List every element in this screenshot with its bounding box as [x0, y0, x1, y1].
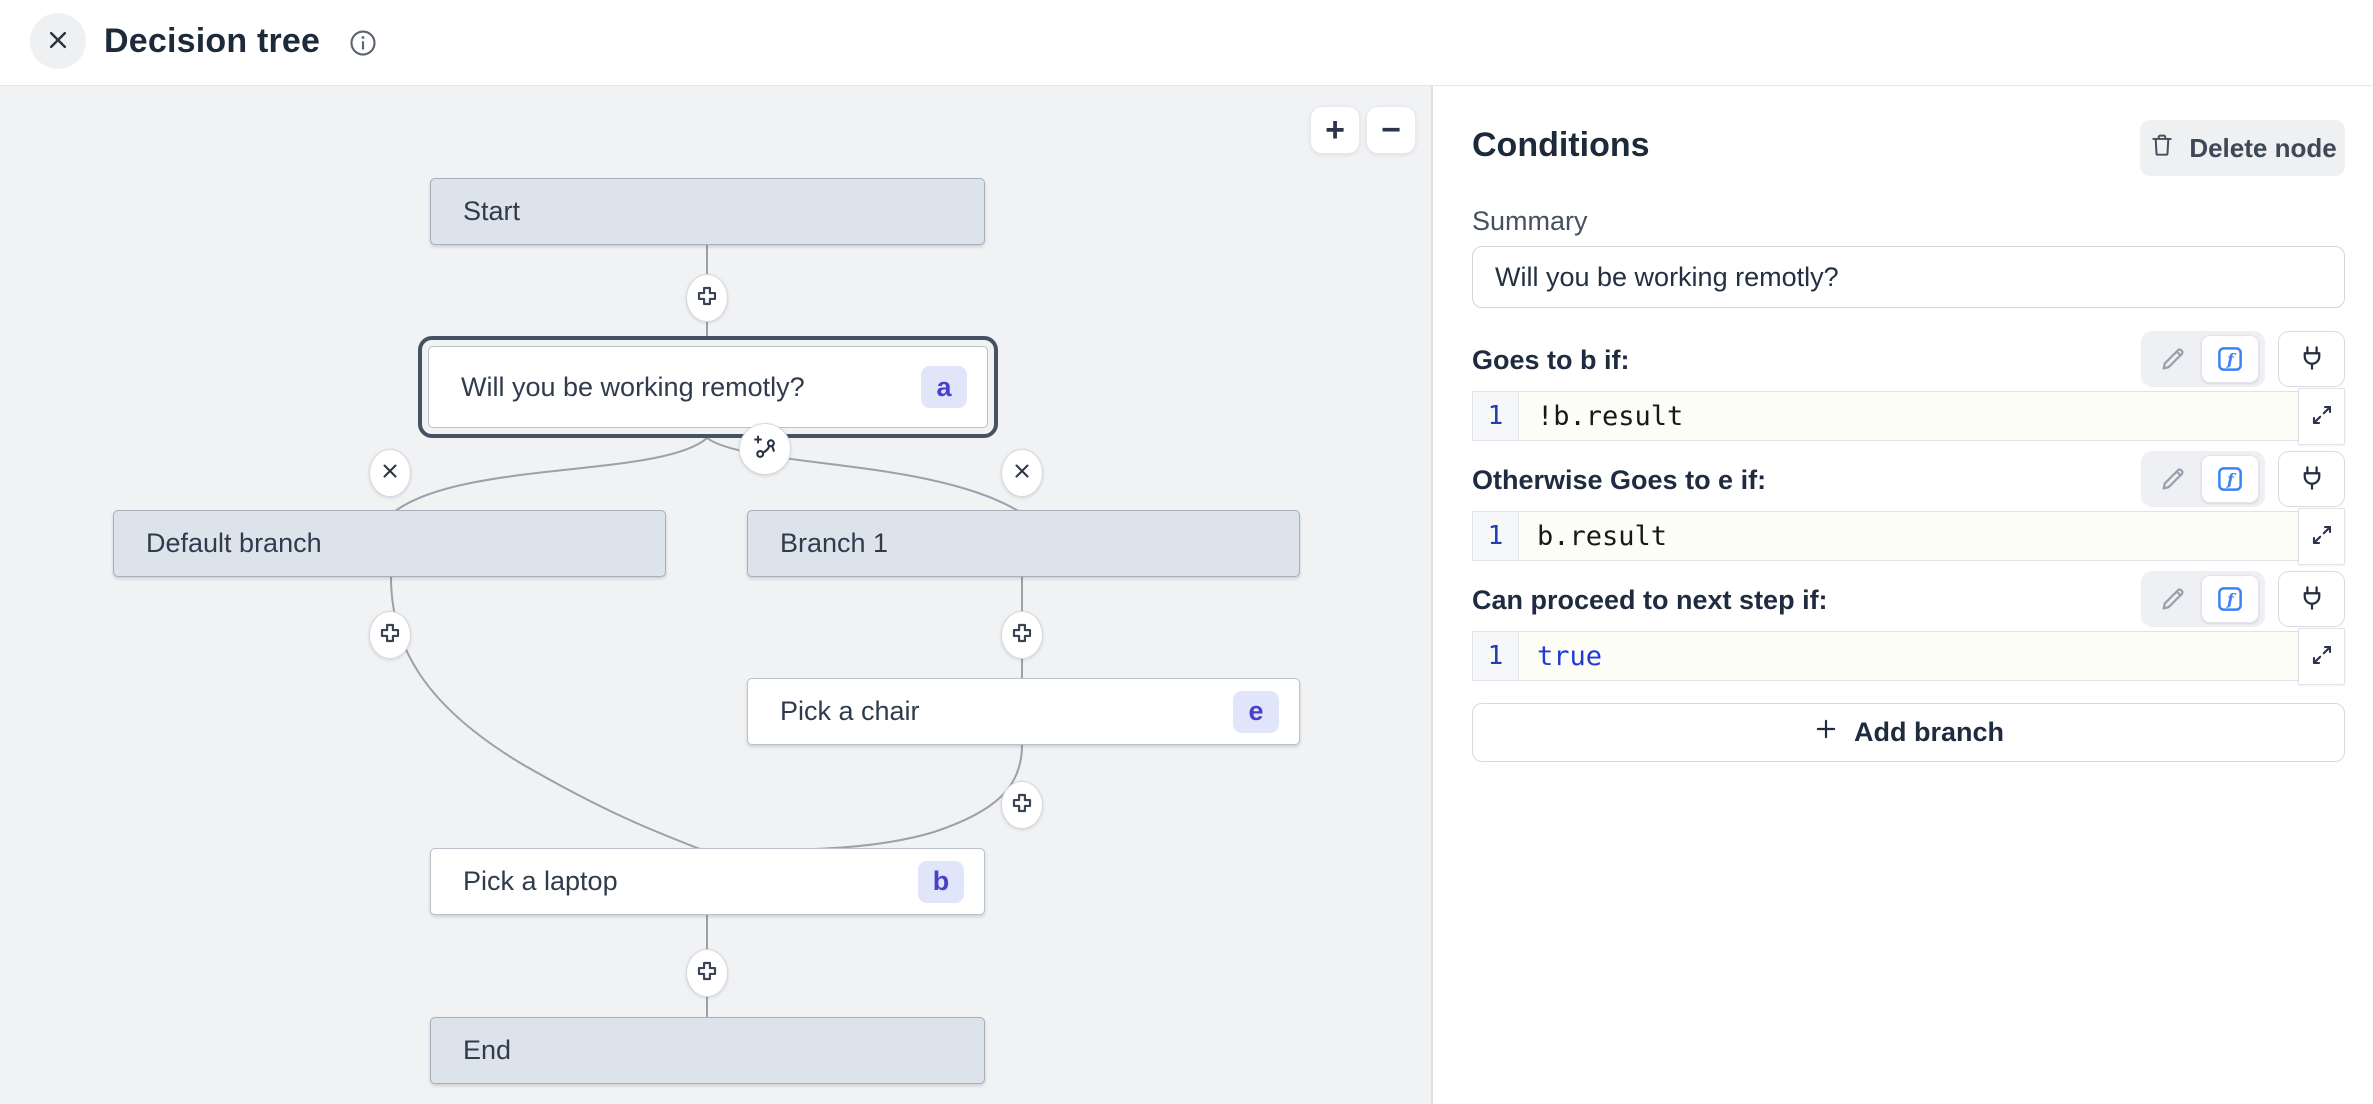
rule-code-editor: 1 !b.result — [1472, 391, 2345, 441]
add-step-button[interactable] — [1001, 611, 1043, 659]
add-step-button[interactable] — [1001, 781, 1043, 829]
expand-editor-button[interactable] — [2298, 388, 2345, 445]
svg-text:f: f — [2226, 590, 2237, 609]
node-badge: e — [1233, 691, 1279, 733]
edit-mode-button[interactable] — [2145, 575, 2201, 623]
expand-icon — [2310, 523, 2334, 550]
plugin-button[interactable] — [2278, 571, 2345, 627]
node-badge: a — [921, 366, 967, 408]
plus-icon — [694, 958, 720, 989]
plugin-button[interactable] — [2278, 331, 2345, 387]
node-end[interactable]: End — [430, 1017, 985, 1084]
expand-editor-button[interactable] — [2298, 508, 2345, 565]
line-number: 1 — [1473, 392, 1519, 440]
mode-segmented-control: f — [2141, 451, 2265, 507]
plus-icon — [1813, 716, 1839, 749]
plus-icon — [1009, 620, 1035, 651]
add-branch-connector-button[interactable] — [739, 423, 791, 475]
rule-code-editor: 1 true — [1472, 631, 2345, 681]
node-branch-1[interactable]: Branch 1 — [747, 510, 1300, 577]
add-step-button[interactable] — [369, 611, 411, 659]
code-input[interactable]: b.result — [1519, 512, 2344, 560]
node-question[interactable]: Will you be working remotly? a — [428, 346, 988, 428]
expand-icon — [2310, 403, 2334, 430]
mode-segmented-control: f — [2141, 331, 2265, 387]
rule-mode-controls: f — [2141, 451, 2345, 507]
x-icon — [1010, 459, 1034, 488]
x-icon — [378, 459, 402, 488]
code-text: b.result — [1537, 521, 1667, 552]
node-label: Default branch — [146, 528, 645, 559]
delete-node-label: Delete node — [2189, 133, 2336, 164]
node-badge: b — [918, 861, 964, 903]
plus-icon — [1009, 790, 1035, 821]
function-mode-button[interactable]: f — [2201, 335, 2259, 383]
expand-icon — [2310, 643, 2334, 670]
zoom-in-button[interactable]: + — [1310, 106, 1360, 154]
plug-icon — [2297, 343, 2327, 376]
plugin-button[interactable] — [2278, 451, 2345, 507]
flow-canvas[interactable]: + − Start Will you be working remotly? a… — [0, 86, 1433, 1104]
code-input[interactable]: !b.result — [1519, 392, 2344, 440]
node-question-selected[interactable]: Will you be working remotly? a — [418, 336, 998, 438]
edit-mode-button[interactable] — [2145, 335, 2201, 383]
code-text: true — [1537, 641, 1602, 672]
panel-title: Conditions — [1472, 126, 1650, 165]
branch-plus-icon — [750, 432, 780, 467]
zoom-out-button[interactable]: − — [1366, 106, 1416, 154]
delete-branch-button[interactable] — [1001, 449, 1043, 497]
node-label: Pick a chair — [780, 696, 1233, 727]
svg-text:f: f — [2226, 470, 2237, 489]
expand-editor-button[interactable] — [2298, 628, 2345, 685]
node-label: End — [463, 1035, 964, 1066]
node-label: Start — [463, 196, 964, 227]
mode-segmented-control: f — [2141, 571, 2265, 627]
node-label: Branch 1 — [780, 528, 1279, 559]
add-branch-button[interactable]: Add branch — [1472, 703, 2345, 762]
add-branch-label: Add branch — [1854, 717, 2004, 748]
node-pick-a-chair[interactable]: Pick a chair e — [747, 678, 1300, 745]
summary-input[interactable] — [1472, 246, 2345, 308]
plus-icon — [694, 283, 720, 314]
rule-mode-controls: f — [2141, 331, 2345, 387]
plug-icon — [2297, 463, 2327, 496]
node-label: Pick a laptop — [463, 866, 918, 897]
edit-mode-button[interactable] — [2145, 455, 2201, 503]
info-icon[interactable] — [348, 28, 378, 58]
plus-icon — [377, 620, 403, 651]
header: Decision tree — [0, 0, 2373, 86]
close-button[interactable] — [30, 13, 86, 69]
svg-text:f: f — [2226, 350, 2237, 369]
rule-label: Goes to b if: — [1472, 345, 1630, 376]
close-icon — [43, 25, 73, 58]
node-pick-a-laptop[interactable]: Pick a laptop b — [430, 848, 985, 915]
node-default-branch[interactable]: Default branch — [113, 510, 666, 577]
summary-label: Summary — [1472, 206, 1588, 237]
conditions-panel: Conditions Delete node Summary Goes to b… — [1435, 86, 2373, 1104]
rule-code-editor: 1 b.result — [1472, 511, 2345, 561]
node-label: Will you be working remotly? — [461, 372, 921, 403]
rule-label: Otherwise Goes to e if: — [1472, 465, 1766, 496]
add-step-button[interactable] — [686, 274, 728, 322]
code-input[interactable]: true — [1519, 632, 2344, 680]
function-mode-button[interactable]: f — [2201, 575, 2259, 623]
delete-branch-button[interactable] — [369, 449, 411, 497]
plug-icon — [2297, 583, 2327, 616]
rule-label: Can proceed to next step if: — [1472, 585, 1828, 616]
line-number: 1 — [1473, 632, 1519, 680]
delete-node-button[interactable]: Delete node — [2140, 120, 2345, 176]
node-start[interactable]: Start — [430, 178, 985, 245]
add-step-button[interactable] — [686, 949, 728, 997]
line-number: 1 — [1473, 512, 1519, 560]
function-mode-button[interactable]: f — [2201, 455, 2259, 503]
decision-tree-editor: Decision tree + − Start Will you be work… — [0, 0, 2373, 1104]
page-title: Decision tree — [104, 22, 320, 61]
rule-mode-controls: f — [2141, 571, 2345, 627]
trash-icon — [2148, 131, 2176, 166]
code-text: !b.result — [1537, 401, 1683, 432]
